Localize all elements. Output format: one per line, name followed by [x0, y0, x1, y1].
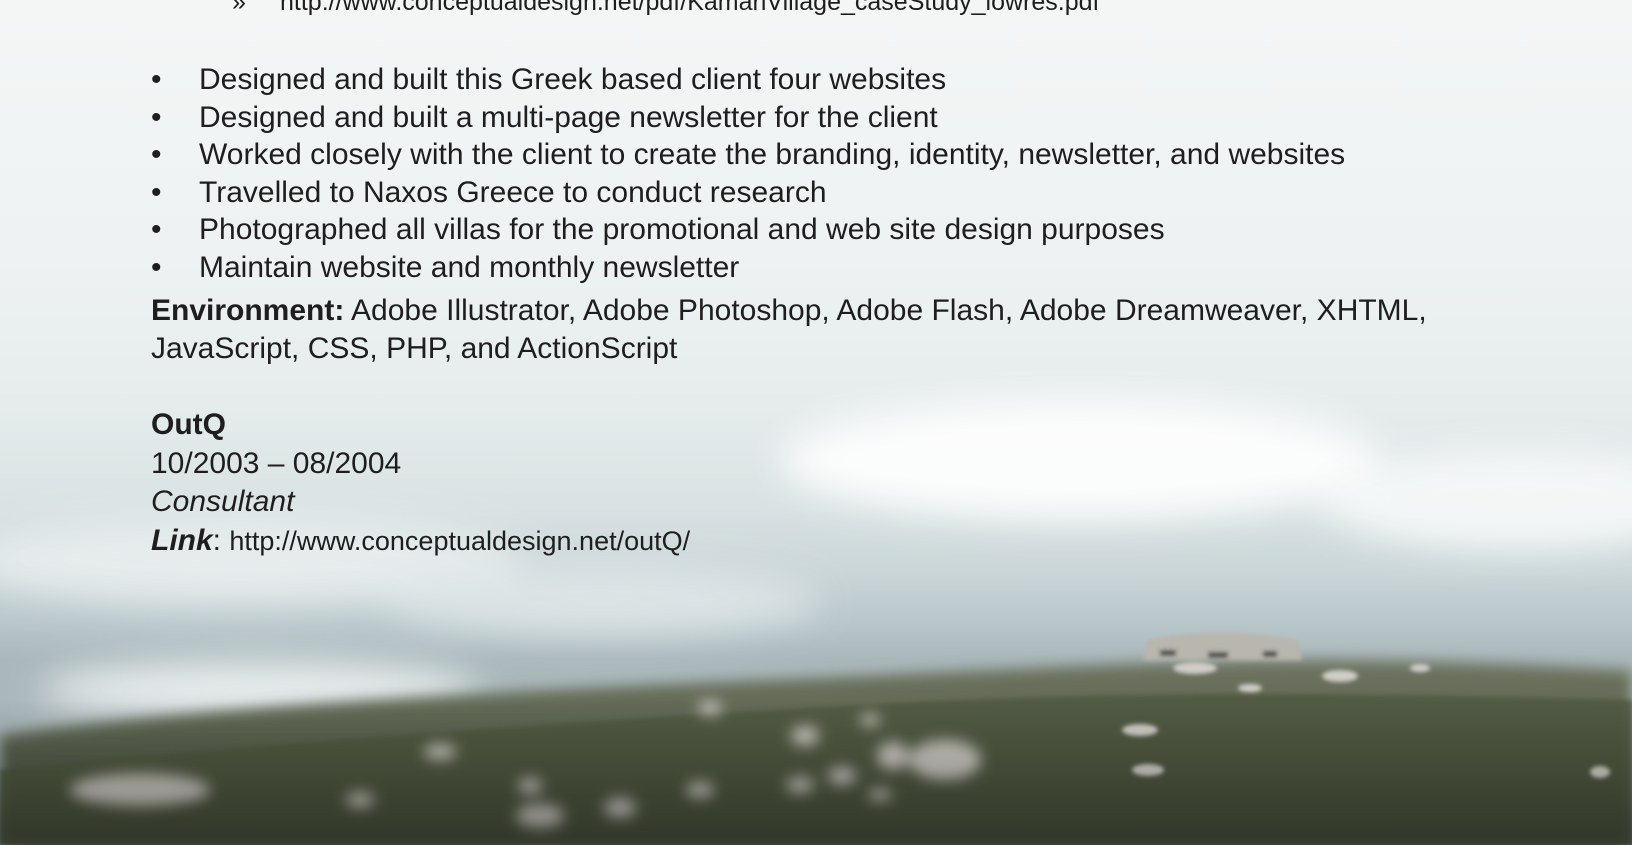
link-separator: :	[212, 523, 230, 557]
case-study-link-line: » http://www.conceptualdesign.net/pdf/Kam…	[232, 0, 1099, 17]
bullet-marker: •	[151, 250, 162, 284]
list-item: • Designed and built a multi-page newslet…	[151, 99, 1345, 137]
case-study-link[interactable]: http://www.conceptualdesign.net/pdf/Kama…	[280, 0, 1099, 16]
list-item: • Worked closely with the client to creat…	[151, 136, 1345, 174]
list-item: • Photographed all villas for the promoti…	[151, 211, 1345, 249]
responsibilities-list: • Designed and built this Greek based cli…	[151, 61, 1345, 287]
list-item-text: Travelled to Naxos Greece to conduct res…	[199, 175, 827, 209]
job-link-line: Link: http://www.conceptualdesign.net/ou…	[151, 522, 690, 561]
list-item: • Maintain website and monthly newsletter	[151, 249, 1345, 287]
list-item: • Travelled to Naxos Greece to conduct re…	[151, 174, 1345, 212]
list-item-text: Designed and built this Greek based clie…	[199, 63, 947, 96]
bullet-marker: •	[151, 138, 162, 172]
list-item-text: Designed and built a multi-page newslett…	[199, 100, 938, 134]
bullet-marker: •	[151, 63, 162, 96]
job-entry: OutQ 10/2003 – 08/2004 Consultant Link: …	[151, 406, 690, 560]
job-link[interactable]: http://www.conceptualdesign.net/outQ/	[229, 526, 690, 556]
link-marker: »	[232, 0, 246, 16]
environment-label: Environment:	[151, 294, 345, 327]
job-dates: 10/2003 – 08/2004	[151, 446, 402, 480]
list-item: • Designed and built this Greek based cli…	[151, 61, 1345, 99]
link-label: Link	[151, 523, 213, 557]
bullet-marker: •	[151, 100, 162, 134]
job-role: Consultant	[151, 485, 295, 518]
resume-page: » http://www.conceptualdesign.net/pdf/Kam…	[0, 0, 1632, 845]
bullet-marker: •	[151, 175, 162, 209]
list-item-text: Photographed all villas for the promotio…	[199, 213, 1165, 247]
bullet-marker: •	[151, 213, 162, 247]
list-item-text: Worked closely with the client to create…	[199, 138, 1346, 172]
list-item-text: Maintain website and monthly newsletter	[199, 250, 740, 284]
environment-section: Environment: Adobe Illustrator, Adobe Ph…	[151, 292, 1451, 367]
company-name: OutQ	[151, 408, 226, 441]
